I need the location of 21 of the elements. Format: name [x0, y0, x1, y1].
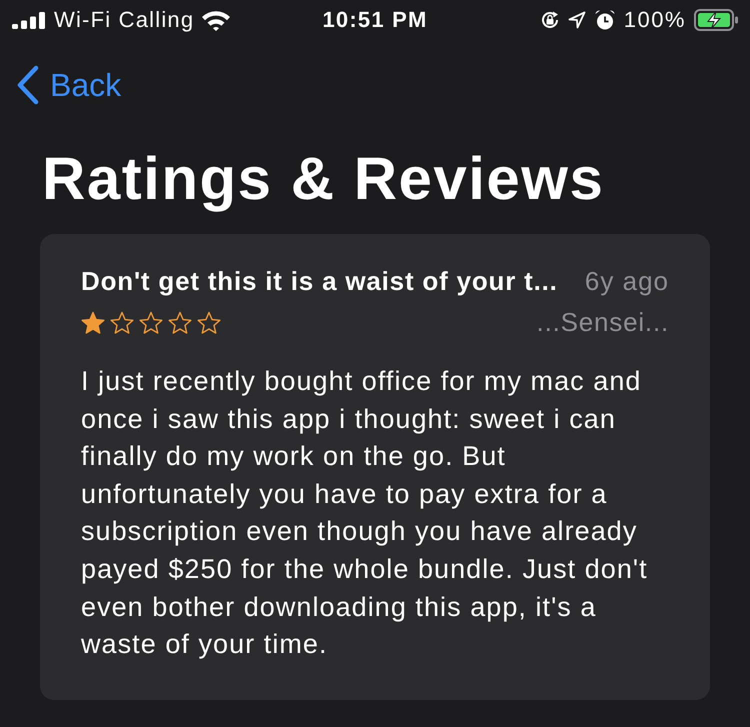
battery-charging-icon — [694, 9, 738, 31]
back-chevron-icon — [16, 65, 40, 105]
review-date: 6y ago — [584, 266, 669, 297]
alarm-clock-icon — [594, 9, 616, 31]
empty-star-icon — [168, 310, 192, 334]
review-author: ...Sensei... — [536, 307, 669, 338]
review-title: Don't get this it is a waist of your t... — [81, 266, 558, 297]
empty-star-icon — [197, 310, 221, 334]
rotation-lock-icon — [540, 10, 560, 30]
carrier-label: Wi-Fi Calling — [54, 7, 194, 33]
empty-star-icon — [139, 310, 163, 334]
battery-percentage: 100% — [624, 7, 686, 33]
location-arrow-icon — [568, 11, 586, 29]
empty-star-icon — [110, 310, 134, 334]
review-body: I just recently bought office for my mac and once i saw this app i thought: sweet i can finally do my work on the go. But unfortunately you have to pay extra for a subscription even though you have already payed $250 for the whole bundle. Just don't even bother downloading this app, it's a waste of your time. — [81, 365, 649, 662]
signal-icon — [12, 12, 47, 28]
page-title: Ratings & Reviews — [42, 146, 606, 212]
back-button[interactable]: Back — [16, 65, 122, 105]
filled-star-icon — [81, 310, 105, 334]
clock-time: 10:51 PM — [322, 7, 428, 33]
wifi-icon — [201, 10, 232, 30]
